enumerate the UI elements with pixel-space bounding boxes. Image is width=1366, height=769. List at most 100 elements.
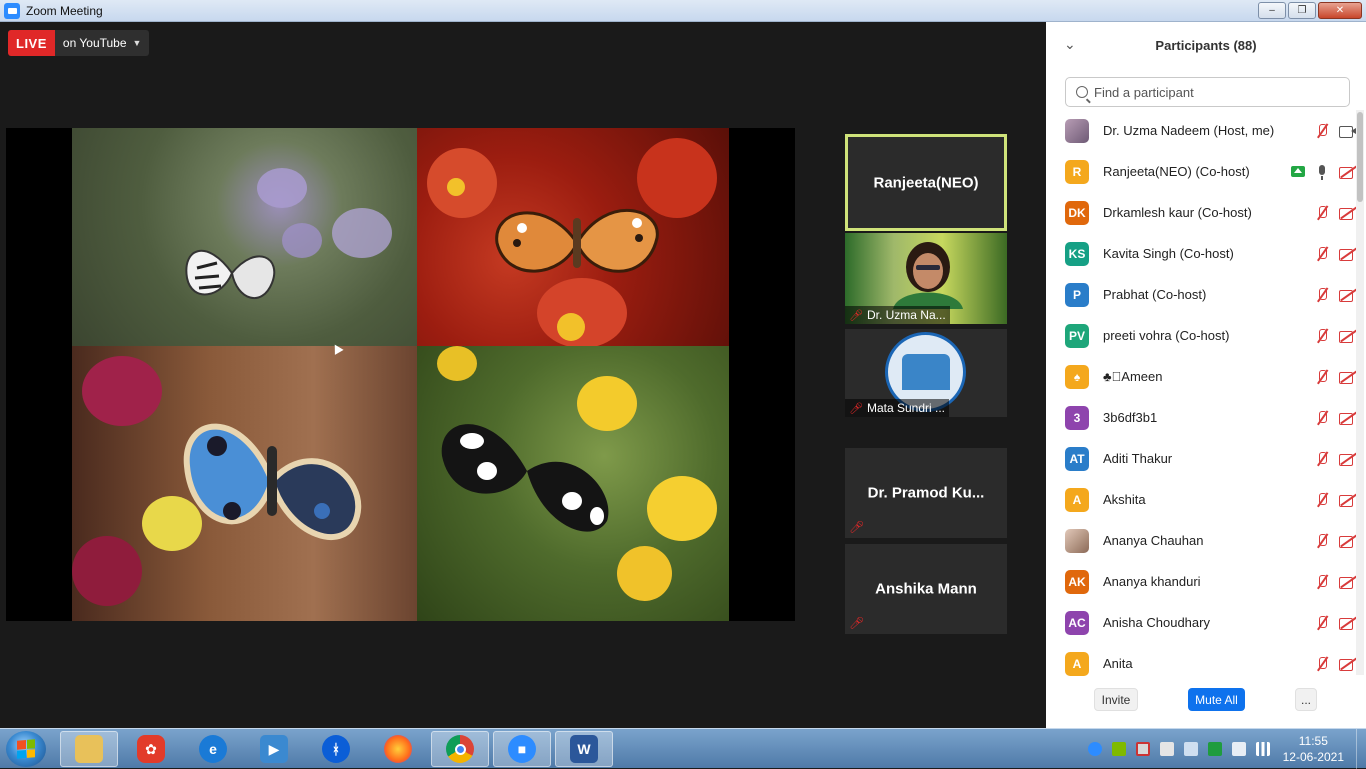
participant-row[interactable]: Ananya Chauhan bbox=[1046, 520, 1356, 561]
taskbar-chrome[interactable] bbox=[431, 731, 489, 767]
participant-row[interactable]: P Prabhat (Co-host) bbox=[1046, 274, 1356, 315]
participant-row[interactable]: KS Kavita Singh (Co-host) bbox=[1046, 233, 1356, 274]
video-camera-icon[interactable] bbox=[1339, 124, 1356, 138]
taskbar-word[interactable]: W bbox=[555, 731, 613, 767]
usb-tray-icon[interactable] bbox=[1159, 742, 1174, 756]
live-stream-indicator[interactable]: LIVE on YouTube ▼ bbox=[8, 30, 150, 56]
display-tray-icon[interactable] bbox=[1183, 742, 1198, 756]
minimize-button[interactable]: – bbox=[1258, 2, 1286, 19]
microphone-muted-icon[interactable] bbox=[1315, 369, 1329, 385]
taskbar-pdf-app[interactable]: ✿ bbox=[122, 731, 180, 767]
signal-icon[interactable] bbox=[1255, 742, 1270, 756]
video-camera-off-icon[interactable] bbox=[1339, 534, 1356, 548]
muted-mic-icon: 🎤︎ bbox=[849, 520, 865, 534]
participant-name: Ananya Chauhan bbox=[1103, 533, 1204, 548]
video-camera-off-icon[interactable] bbox=[1339, 247, 1356, 261]
microphone-muted-icon[interactable] bbox=[1315, 574, 1329, 590]
participant-row[interactable]: PV preeti vohra (Co-host) bbox=[1046, 315, 1356, 356]
participant-name: Dr. Uzma Nadeem (Host, me) bbox=[1103, 123, 1275, 138]
participant-name: preeti vohra (Co-host) bbox=[1103, 328, 1230, 343]
show-desktop-button[interactable] bbox=[1356, 729, 1366, 769]
microphone-muted-icon[interactable] bbox=[1315, 246, 1329, 262]
volume-icon[interactable] bbox=[1231, 742, 1246, 756]
bluetooth-icon: ᚼ bbox=[322, 735, 350, 763]
video-camera-off-icon[interactable] bbox=[1339, 493, 1356, 507]
participant-row[interactable]: A Anita bbox=[1046, 643, 1356, 677]
video-tile-host[interactable]: 🎤︎ Dr. Uzma Na... bbox=[845, 233, 1007, 324]
microphone-muted-icon[interactable] bbox=[1315, 533, 1329, 549]
video-camera-off-icon[interactable] bbox=[1339, 165, 1356, 179]
system-clock[interactable]: 11:55 12-06-2021 bbox=[1283, 733, 1344, 765]
participant-row[interactable]: A Akshita bbox=[1046, 479, 1356, 520]
participant-avatar: A bbox=[1065, 487, 1089, 512]
restore-button[interactable]: ❐ bbox=[1288, 2, 1316, 19]
microphone-muted-icon[interactable] bbox=[1315, 451, 1329, 467]
participant-row[interactable]: AC Anisha Choudhary bbox=[1046, 602, 1356, 643]
participant-search[interactable] bbox=[1065, 77, 1350, 107]
participant-status-icons bbox=[1315, 615, 1356, 631]
live-destination-dropdown[interactable]: on YouTube ▼ bbox=[54, 30, 150, 56]
video-camera-off-icon[interactable] bbox=[1339, 370, 1356, 384]
participant-row[interactable]: 3 3b6df3b1 bbox=[1046, 397, 1356, 438]
video-camera-off-icon[interactable] bbox=[1339, 288, 1356, 302]
video-camera-off-icon[interactable] bbox=[1339, 616, 1356, 630]
microphone-muted-icon[interactable] bbox=[1315, 656, 1329, 672]
panel-title: Participants (88) bbox=[1155, 37, 1257, 53]
video-camera-off-icon[interactable] bbox=[1339, 329, 1356, 343]
participant-row[interactable]: R Ranjeeta(NEO) (Co-host) bbox=[1046, 151, 1356, 192]
video-camera-off-icon[interactable] bbox=[1339, 411, 1356, 425]
close-button[interactable]: ✕ bbox=[1318, 2, 1362, 19]
system-tray: 11:55 12-06-2021 bbox=[1083, 729, 1366, 769]
collapse-chevron-icon[interactable]: ⌄ bbox=[1064, 36, 1076, 53]
tile-label: 🎤︎ Mata Sundri ... bbox=[845, 399, 950, 417]
participant-name: Ranjeeta(NEO) (Co-host) bbox=[1103, 164, 1250, 179]
start-button[interactable] bbox=[6, 731, 46, 767]
participant-status-icons bbox=[1315, 246, 1356, 262]
participant-row[interactable]: AT Aditi Thakur bbox=[1046, 438, 1356, 479]
more-options-button[interactable]: ... bbox=[1295, 688, 1317, 711]
taskbar-zoom[interactable]: ■ bbox=[493, 731, 551, 767]
video-camera-off-icon[interactable] bbox=[1339, 452, 1356, 466]
microphone-icon[interactable] bbox=[1315, 164, 1329, 180]
scrollbar-thumb[interactable] bbox=[1357, 112, 1363, 202]
participant-row[interactable]: Dr. Uzma Nadeem (Host, me) bbox=[1046, 110, 1356, 151]
panel-footer: Invite Mute All ... bbox=[1046, 676, 1366, 728]
zoom-tray-icon[interactable] bbox=[1087, 742, 1102, 756]
mute-all-button[interactable]: Mute All bbox=[1188, 688, 1245, 711]
taskbar-bluetooth[interactable]: ᚼ bbox=[307, 731, 365, 767]
video-tile-mata-sundri[interactable]: 🎤︎ Mata Sundri ... bbox=[845, 329, 1007, 417]
video-camera-off-icon[interactable] bbox=[1339, 206, 1356, 220]
participants-panel: ⌄ Participants (88) Dr. Uzma Nadeem (Hos… bbox=[1046, 22, 1366, 728]
taskbar-media-player[interactable]: ▶ bbox=[245, 731, 303, 767]
video-camera-off-icon[interactable] bbox=[1339, 575, 1356, 589]
video-tile-anshika[interactable]: Anshika Mann 🎤︎ bbox=[845, 544, 1007, 634]
internet-explorer-icon: e bbox=[199, 735, 227, 763]
invite-button[interactable]: Invite bbox=[1094, 688, 1138, 711]
microphone-muted-icon[interactable] bbox=[1315, 615, 1329, 631]
video-tile-active-speaker[interactable]: Ranjeeta(NEO) bbox=[845, 134, 1007, 231]
taskbar-internet-explorer[interactable]: e bbox=[184, 731, 242, 767]
folder-icon bbox=[75, 735, 103, 763]
participant-row[interactable]: ♠ ♣􀀀Ameen bbox=[1046, 356, 1356, 397]
microphone-muted-icon[interactable] bbox=[1315, 205, 1329, 221]
caret-down-icon: ▼ bbox=[132, 38, 142, 48]
microphone-muted-icon[interactable] bbox=[1315, 492, 1329, 508]
network-warning-icon[interactable] bbox=[1135, 742, 1150, 756]
quick-heal-icon[interactable] bbox=[1207, 742, 1222, 756]
microphone-muted-icon[interactable] bbox=[1315, 328, 1329, 344]
taskbar-firefox[interactable] bbox=[369, 731, 427, 767]
participant-name: Kavita Singh (Co-host) bbox=[1103, 246, 1234, 261]
taskbar-file-explorer[interactable] bbox=[60, 731, 118, 767]
microphone-muted-icon[interactable] bbox=[1315, 287, 1329, 303]
black-white-butterfly-image bbox=[441, 424, 609, 532]
video-camera-off-icon[interactable] bbox=[1339, 657, 1356, 671]
video-tile-dr-pramod[interactable]: Dr. Pramod Ku... 🎤︎ bbox=[845, 448, 1007, 538]
participant-row[interactable]: AK Ananya khanduri bbox=[1046, 561, 1356, 602]
security-tray-icon[interactable] bbox=[1111, 742, 1126, 756]
participant-scrollbar[interactable] bbox=[1356, 110, 1364, 675]
participant-row[interactable]: DK Drkamlesh kaur (Co-host) bbox=[1046, 192, 1356, 233]
microphone-muted-icon[interactable] bbox=[1315, 123, 1329, 139]
search-input[interactable] bbox=[1094, 84, 1334, 100]
microphone-muted-icon[interactable] bbox=[1315, 410, 1329, 426]
firefox-icon bbox=[384, 735, 412, 763]
